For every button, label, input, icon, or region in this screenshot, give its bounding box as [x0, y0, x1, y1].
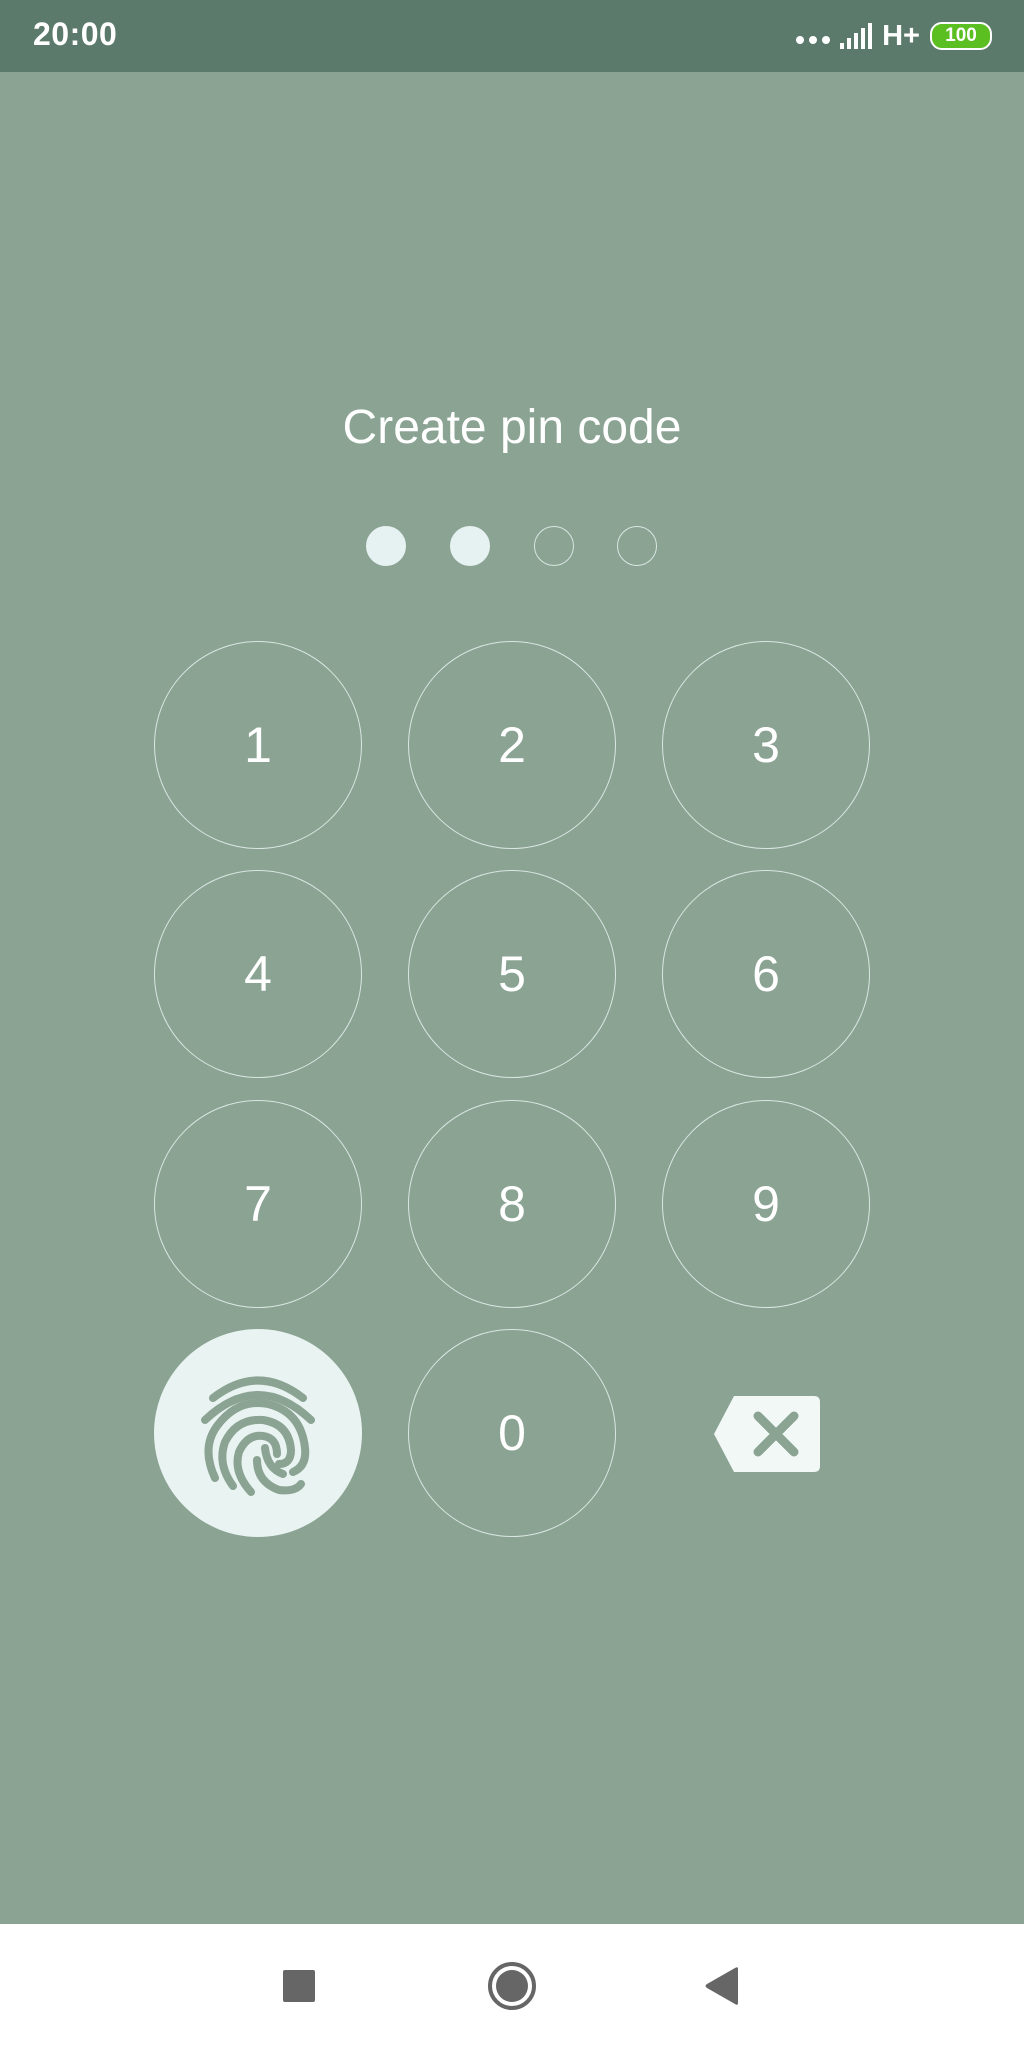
status-icons: H+ 100	[796, 20, 992, 52]
recents-button[interactable]	[267, 1954, 331, 2018]
circle-icon	[488, 1962, 536, 2010]
signal-icon	[840, 23, 873, 49]
pin-screen: 20:00 H+ 100 Create pin code 1 2 3 4 5 6…	[0, 0, 1024, 2048]
back-button[interactable]	[690, 1954, 754, 2018]
home-button[interactable]	[480, 1954, 544, 2018]
key-5[interactable]: 5	[408, 870, 616, 1078]
battery-level: 100	[945, 25, 977, 46]
key-3[interactable]: 3	[662, 641, 870, 849]
pin-dot-filled	[366, 526, 406, 566]
pin-dot-filled	[450, 526, 490, 566]
more-notifications-icon	[796, 28, 831, 44]
key-2[interactable]: 2	[408, 641, 616, 849]
key-6[interactable]: 6	[662, 870, 870, 1078]
key-8[interactable]: 8	[408, 1100, 616, 1308]
pin-indicator	[366, 526, 658, 568]
status-time: 20:00	[33, 16, 118, 52]
backspace-icon	[714, 1396, 820, 1472]
pin-dot-empty	[534, 526, 574, 566]
network-type: H+	[882, 19, 920, 52]
fingerprint-button[interactable]	[154, 1329, 362, 1537]
key-7[interactable]: 7	[154, 1100, 362, 1308]
page-title: Create pin code	[342, 401, 682, 454]
square-icon	[283, 1970, 315, 2002]
triangle-back-icon	[705, 1967, 738, 2005]
battery-icon: 100	[930, 22, 992, 50]
fingerprint-icon	[201, 1376, 315, 1496]
key-4[interactable]: 4	[154, 870, 362, 1078]
pin-dot-empty	[617, 526, 657, 566]
key-0[interactable]: 0	[408, 1329, 616, 1537]
status-bar: 20:00 H+ 100	[0, 0, 1024, 72]
key-1[interactable]: 1	[154, 641, 362, 849]
navigation-bar	[0, 1924, 1024, 2048]
key-9[interactable]: 9	[662, 1100, 870, 1308]
backspace-button[interactable]	[712, 1394, 822, 1474]
